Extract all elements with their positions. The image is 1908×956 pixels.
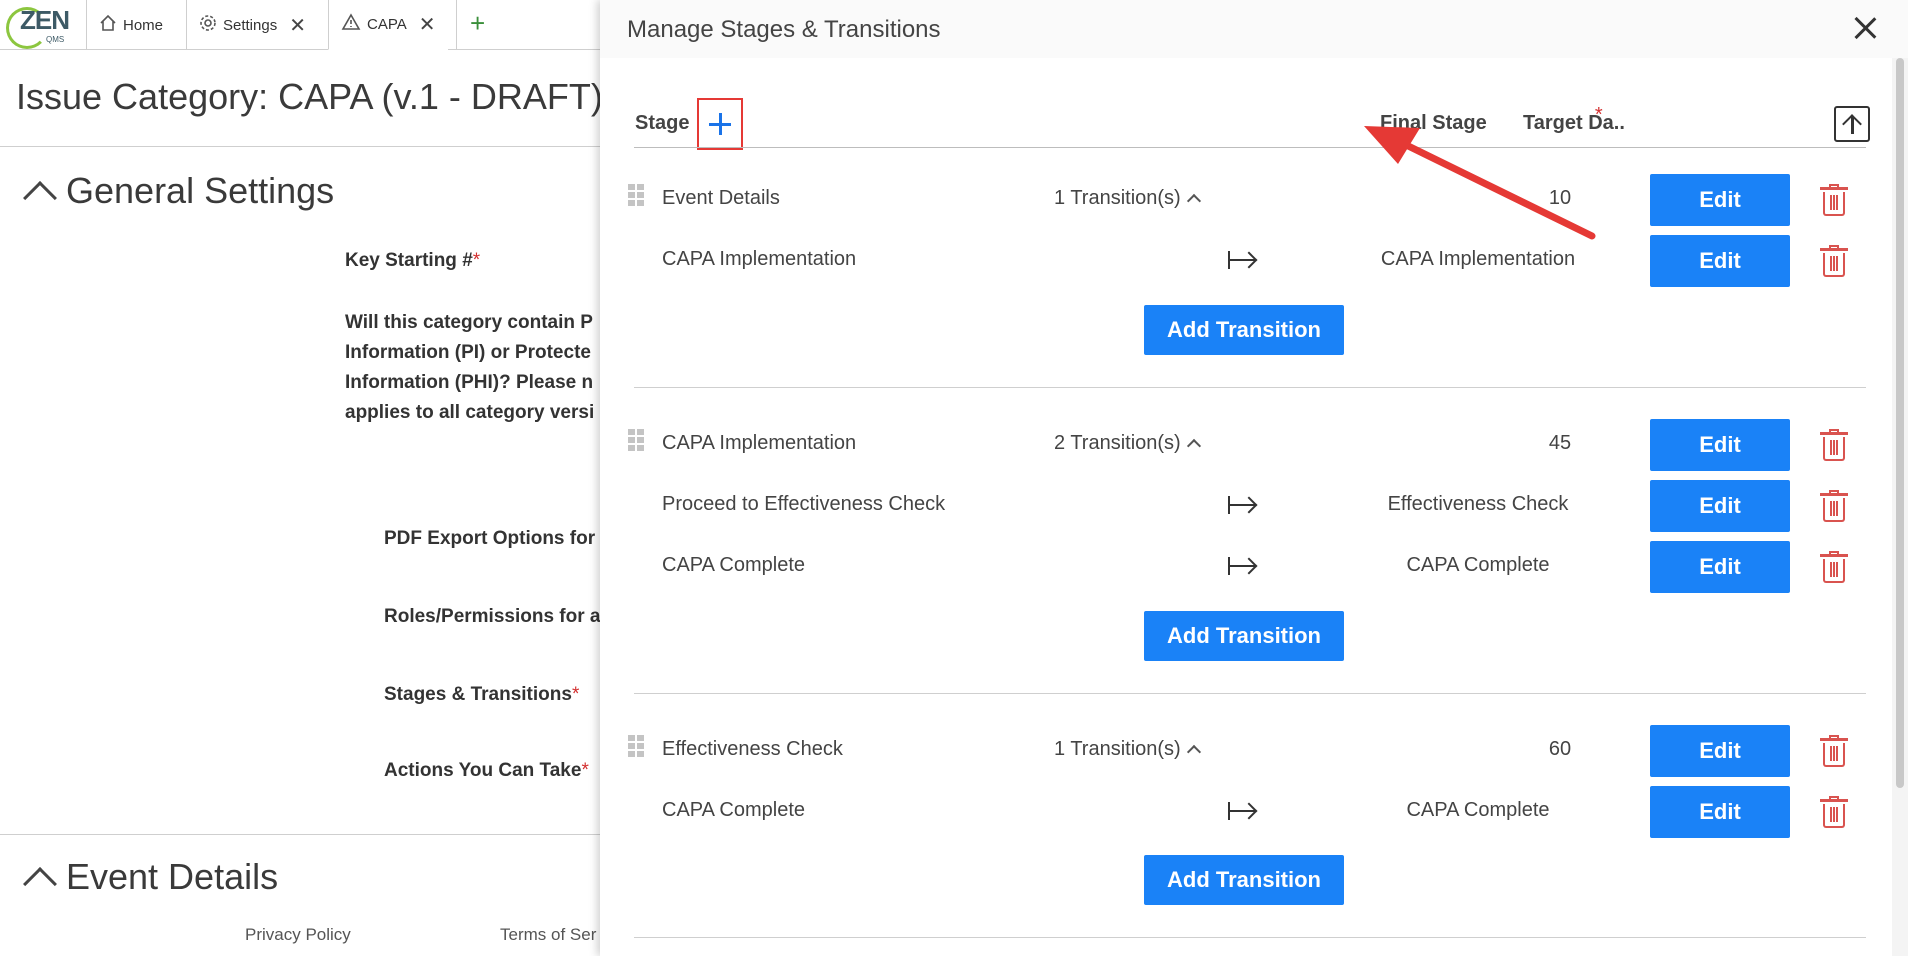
header-divider xyxy=(634,147,1866,148)
drag-handle-icon[interactable] xyxy=(628,429,645,451)
terms-link[interactable]: Terms of Ser xyxy=(500,925,596,945)
delete-stage-trash-icon[interactable] xyxy=(1820,735,1848,767)
target-days-value: 10 xyxy=(1548,187,1572,209)
export-upload-icon[interactable] xyxy=(1834,106,1870,142)
divider xyxy=(0,146,600,147)
stage-row: Event Details 1 Transition(s) 10 Edit xyxy=(600,174,1908,226)
final-stage-value: Effectiveness Check xyxy=(1387,493,1569,515)
transition-name: CAPA Complete xyxy=(662,554,806,576)
zen-qms-logo[interactable]: ZEN QMS xyxy=(4,3,84,49)
close-tab-settings-icon[interactable]: ✕ xyxy=(289,13,306,38)
gear-icon xyxy=(199,14,217,37)
drag-handle-icon[interactable] xyxy=(628,735,645,757)
transition-row: CAPA Implementation CAPA Implementation … xyxy=(600,235,1908,287)
delete-stage-trash-icon[interactable] xyxy=(1820,429,1848,461)
roles-permissions-label: Roles/Permissions for a xyxy=(384,606,601,627)
chevron-up-icon xyxy=(23,181,57,215)
add-transition-button[interactable]: Add Transition xyxy=(1144,611,1344,661)
add-transition-button[interactable]: Add Transition xyxy=(1144,855,1344,905)
edit-stage-button[interactable]: Edit xyxy=(1650,419,1790,471)
stage-divider xyxy=(634,387,1866,388)
transition-name: CAPA Implementation xyxy=(662,248,857,270)
edit-transition-button[interactable]: Edit xyxy=(1650,786,1790,838)
stage-divider xyxy=(634,693,1866,694)
new-tab-plus-icon[interactable]: + xyxy=(470,8,485,39)
page-title: Issue Category: CAPA (v.1 - DRAFT) xyxy=(16,76,603,117)
stage-name: CAPA Implementation xyxy=(662,432,857,454)
edit-transition-button[interactable]: Edit xyxy=(1650,541,1790,593)
stages-transitions-label: Stages & Transitions* xyxy=(384,684,580,705)
modal-header: Manage Stages & Transitions xyxy=(600,0,1908,58)
manage-stages-modal: Manage Stages & Transitions Stage Final … xyxy=(600,0,1908,956)
transition-row: CAPA Complete CAPA Complete Edit xyxy=(600,786,1908,838)
tab-home[interactable]: Home xyxy=(86,0,175,50)
transitions-toggle[interactable]: 1 Transition(s) xyxy=(1054,738,1201,761)
target-days-value: 45 xyxy=(1548,432,1572,454)
close-tab-capa-icon[interactable]: ✕ xyxy=(419,12,436,37)
stage-name: Event Details xyxy=(662,187,780,209)
arrow-right-icon xyxy=(1228,251,1256,269)
transition-row: Proceed to Effectiveness Check Effective… xyxy=(600,480,1908,532)
divider xyxy=(0,834,600,835)
stage-column-header: Stage xyxy=(635,112,690,134)
tab-capa[interactable]: CAPA ✕ xyxy=(328,0,448,50)
delete-stage-trash-icon[interactable] xyxy=(1820,184,1848,216)
transitions-toggle[interactable]: 1 Transition(s) xyxy=(1054,187,1201,210)
chevron-up-icon xyxy=(1186,193,1201,209)
final-stage-value: CAPA Implementation xyxy=(1380,248,1576,270)
scrollbar-thumb[interactable] xyxy=(1896,58,1904,788)
final-stage-value: CAPA Complete xyxy=(1406,799,1550,821)
general-settings-header[interactable]: General Settings xyxy=(20,170,334,215)
stage-row: Effectiveness Check 1 Transition(s) 60 E… xyxy=(600,725,1908,777)
delete-transition-trash-icon[interactable] xyxy=(1820,796,1848,828)
tab-settings[interactable]: Settings ✕ xyxy=(186,0,318,50)
edit-stage-button[interactable]: Edit xyxy=(1650,174,1790,226)
chevron-up-icon xyxy=(1186,744,1201,760)
pdf-export-label: PDF Export Options for xyxy=(384,528,596,549)
drag-handle-icon[interactable] xyxy=(628,184,645,206)
chevron-up-icon xyxy=(23,867,57,901)
warning-icon xyxy=(341,13,361,36)
final-stage-value: CAPA Complete xyxy=(1406,554,1550,576)
arrow-right-icon xyxy=(1228,802,1256,820)
stage-row: CAPA Implementation 2 Transition(s) 45 E… xyxy=(600,419,1908,471)
top-tab-bar: ZEN QMS Home Settings ✕ CAPA ✕ + xyxy=(0,0,600,50)
delete-transition-trash-icon[interactable] xyxy=(1820,551,1848,583)
edit-transition-button[interactable]: Edit xyxy=(1650,480,1790,532)
delete-transition-trash-icon[interactable] xyxy=(1820,490,1848,522)
stage-name: Effectiveness Check xyxy=(662,738,843,760)
chevron-up-icon xyxy=(1186,438,1201,454)
edit-stage-button[interactable]: Edit xyxy=(1650,725,1790,777)
close-icon[interactable] xyxy=(1848,12,1882,46)
arrow-right-icon xyxy=(1228,557,1256,575)
arrow-right-icon xyxy=(1228,496,1256,514)
actions-label: Actions You Can Take* xyxy=(384,760,589,781)
add-transition-button[interactable]: Add Transition xyxy=(1144,305,1344,355)
transition-name: CAPA Complete xyxy=(662,799,806,821)
transition-name: Proceed to Effectiveness Check xyxy=(662,493,946,515)
delete-transition-trash-icon[interactable] xyxy=(1820,245,1848,277)
privacy-policy-link[interactable]: Privacy Policy xyxy=(245,925,351,945)
key-starting-label: Key Starting #* xyxy=(345,250,481,271)
target-days-column-header: Target Da..* xyxy=(1523,104,1625,134)
add-stage-plus-button[interactable] xyxy=(697,98,743,150)
stage-divider xyxy=(634,937,1866,938)
final-stage-column-header: Final Stage xyxy=(1380,112,1487,134)
edit-transition-button[interactable]: Edit xyxy=(1650,235,1790,287)
home-icon xyxy=(99,14,117,37)
pi-question-text: Will this category contain P Information… xyxy=(345,312,595,423)
modal-title: Manage Stages & Transitions xyxy=(627,16,941,43)
event-details-header[interactable]: Event Details xyxy=(20,856,278,901)
transition-row: CAPA Complete CAPA Complete Edit xyxy=(600,541,1908,593)
target-days-value: 60 xyxy=(1548,738,1572,760)
transitions-toggle[interactable]: 2 Transition(s) xyxy=(1054,432,1201,455)
